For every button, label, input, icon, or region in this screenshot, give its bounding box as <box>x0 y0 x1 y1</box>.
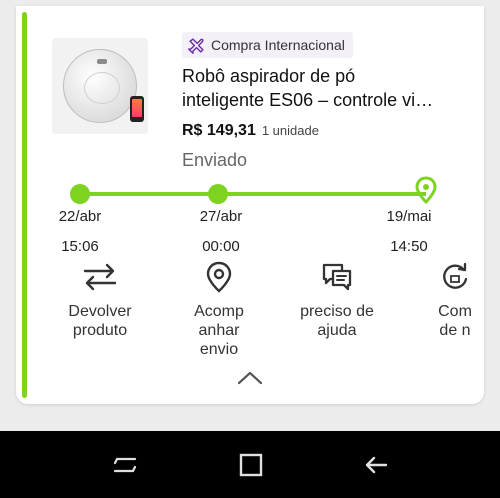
price-row: R$ 149,31 1 unidade <box>182 122 319 140</box>
tracking-timeline: 22/abr 15:06 27/abr 00:00 19/mai 14:50 <box>16 174 484 264</box>
timeline-time: 15:06 <box>61 238 99 255</box>
timeline-step-dot <box>70 184 90 204</box>
chevron-up-icon[interactable] <box>236 370 264 386</box>
international-purchase-badge: Compra Internacional <box>182 32 353 58</box>
action-label: Devolver produto <box>68 303 132 339</box>
robot-vacuum-image <box>63 49 137 123</box>
home-icon[interactable] <box>237 451 265 479</box>
order-actions: Devolver produto Acomp anhar envio preci… <box>16 260 484 354</box>
timeline-segment <box>220 192 426 196</box>
recent-apps-icon[interactable] <box>111 451 139 479</box>
product-title[interactable]: Robô aspirador de pó inteligente ES06 – … <box>182 64 460 112</box>
shipping-status: Enviado <box>182 150 248 170</box>
timeline-date: 27/abr <box>199 208 243 225</box>
badge-label: Compra Internacional <box>211 37 345 53</box>
location-pin-icon <box>202 260 236 294</box>
product-image[interactable] <box>52 38 148 134</box>
action-label: Acomp anhar envio <box>194 303 244 354</box>
product-title-line-2: inteligente ES06 – controle vi… <box>182 90 434 110</box>
order-card: Compra Internacional Robô aspirador de p… <box>16 6 484 404</box>
chat-bubbles-icon <box>320 260 354 294</box>
phone-image <box>130 96 144 122</box>
buy-again-button[interactable]: Com de n <box>400 260 484 340</box>
destination-pin-icon <box>415 176 437 204</box>
timeline-step-dot <box>208 184 228 204</box>
refresh-icon <box>438 260 472 294</box>
track-shipment-button[interactable]: Acomp anhar envio <box>164 260 274 354</box>
back-icon[interactable] <box>362 451 390 479</box>
return-arrows-icon <box>83 260 117 294</box>
action-label: preciso de ajuda <box>300 303 374 339</box>
timeline-time: 00:00 <box>202 238 240 255</box>
return-product-button[interactable]: Devolver produto <box>45 260 155 340</box>
timeline-date: 22/abr <box>58 208 102 225</box>
quantity: 1 unidade <box>261 123 319 138</box>
timeline-time: 14:50 <box>390 238 428 255</box>
system-navigation-bar <box>0 431 500 498</box>
product-title-line-1: Robô aspirador de pó <box>182 66 356 86</box>
price: R$ 149,31 <box>182 122 256 139</box>
timeline-segment <box>80 192 220 196</box>
plane-icon <box>188 37 204 54</box>
need-help-button[interactable]: preciso de ajuda <box>282 260 392 340</box>
action-label: Com de n <box>438 303 472 339</box>
timeline-date: 19/mai <box>386 208 432 225</box>
